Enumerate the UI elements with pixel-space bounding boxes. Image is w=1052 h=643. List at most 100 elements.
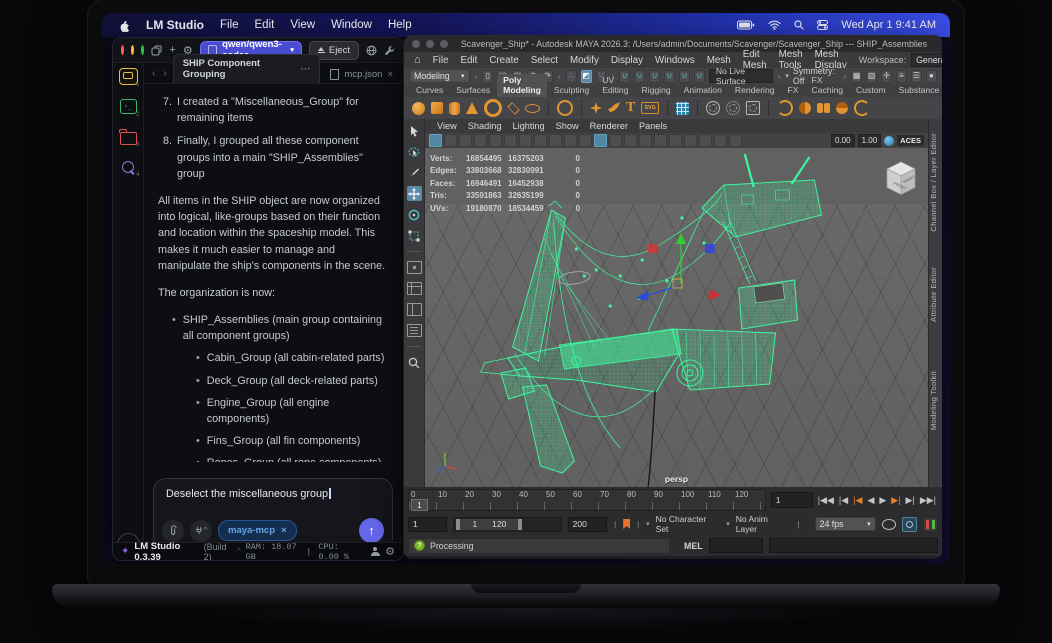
exposure-field[interactable]: 0.00 (831, 134, 855, 147)
vp-menu-panels[interactable]: Panels (639, 121, 667, 131)
remove-mcp-icon[interactable]: × (281, 525, 287, 536)
fps-selector[interactable]: 24 fps ▾ (814, 517, 876, 531)
smooth-icon[interactable] (853, 100, 870, 116)
shelf-tab-sculpting[interactable]: Sculpting (548, 84, 595, 97)
shelf-tab-fx[interactable]: FX (782, 84, 805, 97)
sliders-icon[interactable]: ≡ (896, 69, 907, 83)
gate-mask2-icon[interactable] (579, 134, 592, 147)
help-icon[interactable]: ? (414, 540, 425, 551)
shelf-tab-animation[interactable]: Animation (678, 84, 728, 97)
field-chart-icon[interactable] (549, 134, 562, 147)
poly-disc-icon[interactable] (525, 103, 540, 113)
tab-mcp-json[interactable]: mcp.json × (320, 65, 403, 83)
boolean-union-icon[interactable] (776, 100, 793, 116)
use-all-lights-icon[interactable] (639, 134, 652, 147)
section-divider[interactable]: › (777, 72, 782, 81)
super-shape-icon[interactable] (590, 102, 602, 114)
play-backwards-button[interactable]: ◀ (867, 495, 874, 506)
maya-menu-edit[interactable]: Edit (460, 55, 477, 66)
zoom-magnifier-icon[interactable] (407, 355, 422, 370)
anim-prefs-icon[interactable] (923, 516, 939, 532)
menubar-item-edit[interactable]: Edit (255, 19, 275, 31)
go-to-start-button[interactable]: |◀◀ (818, 495, 834, 506)
poly-cone-icon[interactable] (466, 102, 478, 114)
nav-forward-icon[interactable]: › (163, 68, 166, 79)
list-icon[interactable]: ☰ (910, 69, 922, 83)
workspace-selector[interactable]: General* ▾ (911, 53, 942, 67)
xray-icon[interactable] (729, 134, 742, 147)
mel-label[interactable]: MEL (684, 541, 703, 551)
menubar-item-window[interactable]: Window (331, 19, 372, 31)
settings-gear-icon[interactable]: ⚙ (385, 545, 395, 558)
zoom-window-button[interactable] (141, 45, 145, 55)
account-icon[interactable] (370, 547, 381, 556)
viewport-3d-view[interactable]: Verts: 16854495 16375203 0 Edges: 33803668 32… (425, 148, 928, 487)
anim-end-field[interactable]: 200 (567, 516, 608, 532)
tab-channel-box[interactable]: Channel Box / Layer Editor (929, 133, 942, 232)
zoom-window-button[interactable] (440, 39, 448, 48)
maya-menu-create[interactable]: Create (489, 55, 518, 66)
multisample-icon[interactable] (699, 134, 712, 147)
sidebar-item-developer[interactable]: ›_ 2 (119, 98, 140, 118)
image-plane-icon[interactable] (489, 134, 502, 147)
lock-camera-icon[interactable] (444, 134, 457, 147)
menubar-item-help[interactable]: Help (388, 19, 412, 31)
snap-view-icon[interactable]: ∪ (678, 69, 690, 83)
viewport-panel[interactable]: View Shading Lighting Show Renderer Pane… (425, 119, 928, 487)
control-center-icon[interactable] (817, 20, 829, 30)
platonic-solid-icon[interactable] (557, 100, 573, 116)
paint-select-tool-icon[interactable] (407, 165, 422, 180)
move-tool-icon[interactable] (406, 186, 422, 201)
select-object-icon[interactable]: ◩ (580, 69, 592, 83)
shelf-tab-substance[interactable]: Substance (893, 84, 942, 97)
render-icon[interactable]: ▧ (866, 69, 878, 83)
isolate-select-icon[interactable] (714, 134, 727, 147)
nav-back-icon[interactable]: ‹ (152, 68, 155, 79)
close-window-button[interactable] (412, 39, 420, 48)
mcp-plug-button[interactable]: ^ (190, 519, 212, 542)
vp-menu-shading[interactable]: Shading (468, 121, 502, 131)
shelf-tab-custom[interactable]: Custom (850, 84, 892, 97)
discover-globe-icon[interactable] (366, 42, 377, 58)
minimize-window-button[interactable] (426, 39, 434, 48)
prev-key-button[interactable]: |◀ (853, 495, 862, 506)
new-scene-icon[interactable]: ▯ (482, 69, 494, 83)
tab-options-icon[interactable]: ··· (301, 64, 311, 75)
2d-pan-zoom-icon[interactable] (504, 134, 517, 147)
sidebar-item-discover[interactable]: 4 (119, 158, 140, 178)
resolution-gate-icon[interactable] (564, 134, 577, 147)
chevron-down-icon[interactable]: ▾ (726, 520, 730, 528)
sidebar-item-my-models[interactable]: 3 (119, 128, 140, 148)
vp-menu-renderer[interactable]: Renderer (590, 121, 628, 131)
poly-cube-icon[interactable] (431, 102, 443, 114)
type-tool-icon[interactable]: T (626, 101, 635, 115)
step-back-frame-button[interactable]: |◀ (839, 495, 848, 506)
close-window-button[interactable] (121, 45, 125, 55)
spotlight-search-icon[interactable] (794, 20, 805, 30)
snap-point-icon[interactable]: ∪ (649, 69, 660, 83)
app-version[interactable]: LM Studio 0.3.39 (134, 541, 198, 561)
maya-menu-windows[interactable]: Windows (655, 55, 695, 66)
select-hierarchy-icon[interactable]: ∴ (565, 69, 577, 83)
next-key-button[interactable]: ▶| (891, 495, 900, 506)
anim-start-field[interactable]: 1 (408, 516, 448, 532)
current-frame-field[interactable]: 1 (770, 492, 813, 508)
section-divider[interactable]: › (557, 72, 562, 81)
vp-menu-lighting[interactable]: Lighting (512, 121, 544, 131)
maya-menu-modify[interactable]: Modify (570, 55, 599, 66)
scale-tool-icon[interactable] (407, 228, 422, 243)
maya-menu-select[interactable]: Select (531, 55, 558, 66)
shelf-tab-rigging[interactable]: Rigging (636, 84, 677, 97)
svg-tool-icon[interactable]: SVG (641, 102, 659, 114)
joint-tool-icon[interactable] (705, 101, 720, 115)
rotate-tool-icon[interactable] (407, 207, 422, 222)
screen-space-ao-icon[interactable] (669, 134, 682, 147)
home-icon[interactable]: ⌂ (414, 54, 421, 66)
grease-pencil-icon[interactable] (519, 134, 532, 147)
separate-icon[interactable] (835, 102, 848, 114)
curve-tool-icon[interactable] (608, 102, 620, 113)
poly-cylinder-icon[interactable] (449, 101, 460, 115)
shelf-tab-rendering[interactable]: Rendering (729, 84, 781, 97)
bookmark-icon[interactable] (474, 134, 487, 147)
chat-transcript[interactable]: 7. I created a "Miscellaneous_Group" for… (144, 84, 401, 462)
